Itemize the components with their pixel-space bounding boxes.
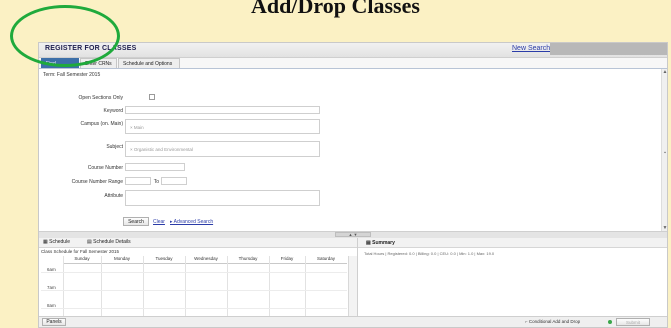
course-number-input[interactable] — [125, 163, 185, 171]
campus-chip[interactable]: × Main — [130, 125, 144, 130]
tab-schedule-details[interactable]: ▤ Schedule Details — [87, 239, 131, 245]
header-blank-area — [550, 43, 667, 55]
keyword-input[interactable] — [125, 106, 320, 114]
main-tabs: Find Classes Enter CRNs Schedule and Opt… — [39, 58, 667, 77]
conditional-add-drop-text: Conditional Add and Drop — [528, 319, 581, 324]
subject-multiselect[interactable]: × Organistic and Environmental — [125, 141, 320, 157]
grid-row-line — [41, 272, 347, 273]
new-search-link[interactable]: New Search — [512, 45, 550, 52]
splitter-handle-icon[interactable]: ▲ ▼ — [335, 232, 371, 237]
course-range-label: Course Number Range — [71, 179, 123, 185]
open-sections-label: Open Sections Only — [78, 95, 123, 101]
schedule-scrollbar[interactable] — [348, 256, 357, 316]
grid-divider — [101, 256, 102, 316]
submit-button[interactable]: Submit — [616, 318, 650, 326]
grid-divider — [185, 256, 186, 316]
day-header: Thursday — [227, 256, 269, 264]
time-label: 7am — [47, 285, 56, 290]
grid-row-line — [41, 290, 347, 291]
schedule-grid: Sunday Monday Tuesday Wednesday Thursday… — [41, 256, 347, 316]
registration-app: REGISTER FOR CLASSES New Search Find Cla… — [38, 42, 668, 328]
scroll-up-icon[interactable]: ▲ — [662, 69, 667, 75]
clear-link[interactable]: Clear — [153, 219, 165, 225]
schedule-panel: ▦ Schedule ▤ Schedule Details Class Sche… — [39, 238, 358, 316]
course-range-to-input[interactable] — [161, 177, 187, 185]
app-header: REGISTER FOR CLASSES New Search — [39, 43, 667, 58]
status-dot-icon — [608, 320, 612, 324]
course-number-label: Course Number — [87, 165, 123, 171]
grid-divider — [305, 256, 306, 316]
time-label: 8am — [47, 303, 56, 308]
tab-schedule[interactable]: ▦ Schedule — [43, 239, 70, 245]
attribute-label: Attribute — [104, 193, 123, 199]
conditional-add-drop-label[interactable]: ⌐ Conditional Add and Drop — [525, 319, 580, 324]
tab-schedule-options[interactable]: Schedule and Options — [118, 58, 180, 68]
search-button[interactable]: Search — [123, 217, 149, 226]
grid-divider — [227, 256, 228, 316]
keyword-label: Keyword — [103, 108, 123, 114]
term-label: Term: Fall Semester 2015 — [43, 72, 101, 78]
schedule-tabs: ▦ Schedule ▤ Schedule Details — [39, 238, 357, 248]
campus-multiselect[interactable]: × Main — [125, 119, 320, 134]
course-range-to-label: To — [153, 179, 159, 185]
advanced-search-link[interactable]: ▸ Advanced Search — [170, 219, 213, 225]
page-heading: Add/Drop Classes — [251, 0, 420, 18]
tab-schedule-details-label: Schedule Details — [93, 239, 131, 245]
time-label: 6am — [47, 267, 56, 272]
tab-find-classes[interactable]: Find Classes — [41, 58, 79, 77]
tab-schedule-label: Schedule — [49, 239, 70, 245]
summary-title: ▤ Summary — [366, 240, 395, 246]
tab-enter-crns[interactable]: Enter CRNs — [80, 58, 117, 68]
day-header: Wednesday — [185, 256, 227, 264]
form-scrollbar[interactable]: ▲ ▪ ▼ — [661, 69, 667, 231]
subject-label: Subject — [106, 144, 123, 150]
app-title: REGISTER FOR CLASSES — [45, 45, 137, 52]
summary-header: ▤ Summary — [358, 238, 667, 248]
find-classes-form: Term: Fall Semester 2015 Open Sections O… — [39, 69, 661, 231]
day-header: Friday — [269, 256, 305, 264]
day-header: Sunday — [63, 256, 101, 264]
panels-button[interactable]: Panels — [42, 318, 66, 326]
summary-panel: ▤ Summary Total Hours | Registered: 0.0 … — [358, 238, 667, 316]
scroll-thumb-icon[interactable]: ▪ — [662, 150, 667, 156]
grid-row-line — [41, 308, 347, 309]
day-header: Tuesday — [143, 256, 185, 264]
open-sections-checkbox[interactable] — [149, 94, 155, 100]
summary-hours-line: Total Hours | Registered: 0.0 | Billing:… — [364, 251, 495, 256]
schedule-title: Class Schedule for Fall Semester 2015 — [41, 249, 120, 254]
day-header: Saturday — [305, 256, 347, 264]
day-header: Monday — [101, 256, 143, 264]
grid-divider — [269, 256, 270, 316]
course-range-from-input[interactable] — [125, 177, 151, 185]
attribute-multiselect[interactable] — [125, 190, 320, 206]
summary-title-text: Summary — [372, 240, 395, 246]
footer-bar: Panels ⌐ Conditional Add and Drop Submit — [39, 316, 667, 327]
campus-label: Campus (on. Main) — [80, 121, 123, 127]
subject-chip[interactable]: × Organistic and Environmental — [130, 147, 193, 152]
grid-divider — [143, 256, 144, 316]
grid-divider — [63, 256, 64, 316]
